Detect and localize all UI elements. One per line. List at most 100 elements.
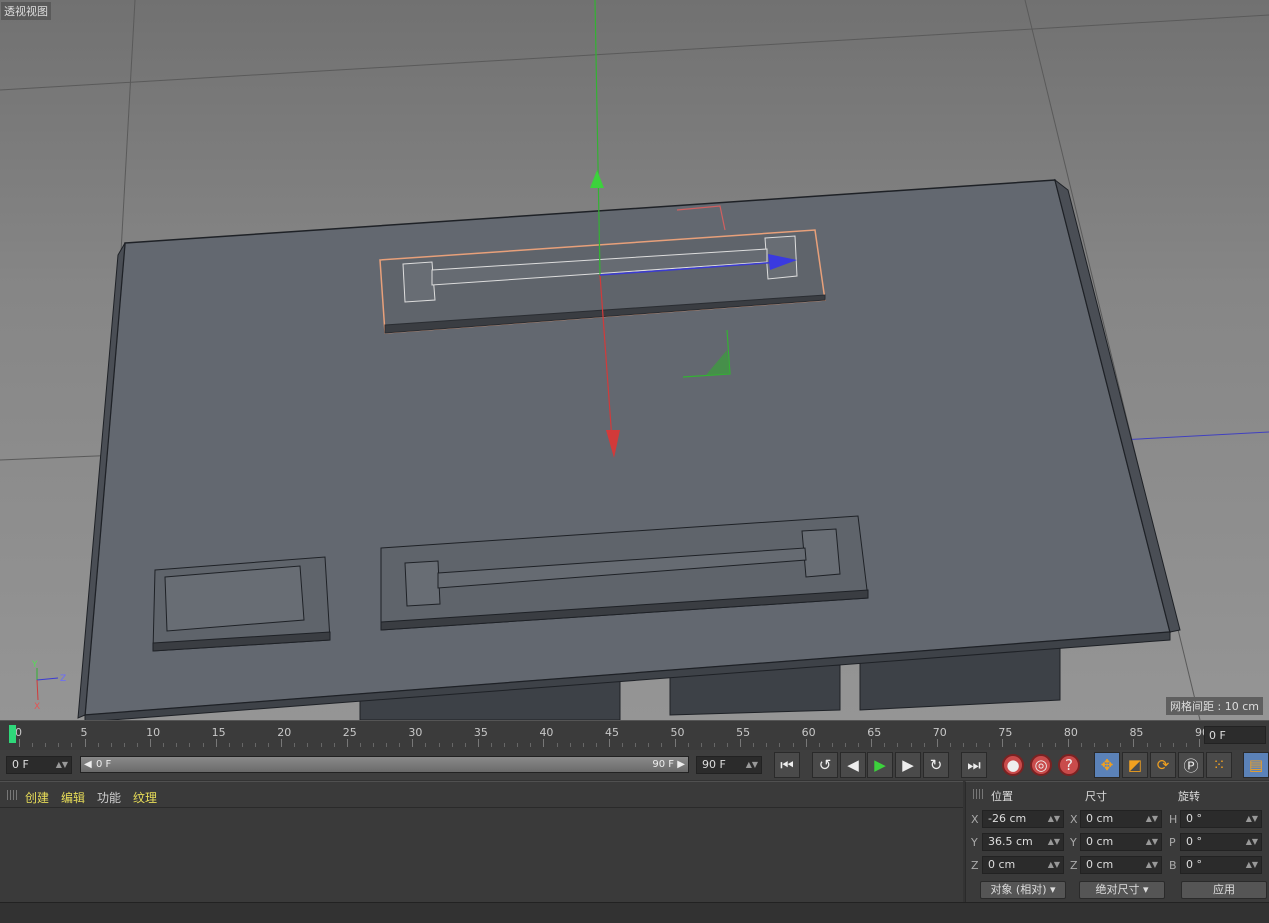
ruler-major-tick	[150, 739, 152, 747]
current-frame-field[interactable]: 0 F	[1204, 726, 1266, 744]
ruler-minor-tick	[1081, 743, 1082, 747]
ruler-tick-label: 20	[277, 726, 292, 739]
playhead-marker[interactable]	[9, 725, 16, 743]
spin-arrows-icon: ▲▼	[1245, 860, 1258, 869]
menu-create[interactable]: 创建	[25, 789, 49, 806]
prev-key-button[interactable]: ↺	[812, 752, 838, 778]
size-z-field[interactable]: 0 cm ▲▼	[1080, 856, 1162, 874]
spin-arrows-icon: ▲▼	[1245, 814, 1258, 823]
panel-grip-icon[interactable]	[7, 790, 17, 800]
perspective-viewport[interactable]: 透视视图 网格间距 : 10 cm Y Z X	[0, 0, 1269, 720]
ruler-major-tick	[740, 739, 742, 747]
ruler-minor-tick	[241, 743, 243, 747]
position-y-field[interactable]: 36.5 cm ▲▼	[982, 833, 1064, 851]
end-frame-value: 90 F	[702, 758, 726, 771]
ruler-minor-tick	[779, 743, 781, 747]
ruler-minor-tick	[451, 743, 453, 747]
scale-key-icon[interactable]: ◩	[1122, 752, 1148, 778]
ruler-minor-tick	[1159, 743, 1161, 747]
ruler-minor-tick	[399, 743, 401, 747]
size-x-field[interactable]: 0 cm ▲▼	[1080, 810, 1162, 828]
rotation-b-value: 0 °	[1186, 858, 1202, 871]
ruler-minor-tick	[556, 743, 558, 747]
ruler-major-tick	[19, 739, 20, 747]
ruler-major-tick	[84, 739, 86, 747]
ruler-minor-tick	[792, 743, 794, 747]
play-button[interactable]: ▶	[867, 752, 893, 778]
ruler-minor-tick	[530, 743, 532, 747]
ruler-major-tick	[609, 739, 610, 747]
ruler-minor-tick	[1094, 743, 1096, 747]
position-y-value: 36.5 cm	[988, 835, 1033, 848]
rotation-b-field[interactable]: 0 ° ▲▼	[1180, 856, 1262, 874]
preview-range-slider[interactable]: ◀ 0 F 90 F ▶	[80, 756, 689, 773]
ruler-minor-tick	[137, 743, 138, 747]
rotate-key-icon[interactable]: ⟳	[1150, 752, 1176, 778]
panel-grip-icon[interactable]	[973, 789, 983, 799]
size-y-field[interactable]: 0 cm ▲▼	[1080, 833, 1162, 851]
start-frame-field[interactable]: 0 F ▲▼	[6, 756, 72, 774]
menu-texture[interactable]: 纹理	[133, 789, 157, 806]
ruler-minor-tick	[661, 743, 663, 747]
next-key-button[interactable]: ↻	[923, 752, 949, 778]
ruler-minor-tick	[123, 743, 125, 747]
ruler-tick-label: 80	[1063, 726, 1078, 739]
ruler-major-tick	[477, 739, 479, 747]
grid-spacing-readout: 网格间距 : 10 cm	[1166, 697, 1263, 715]
ruler-minor-tick	[464, 743, 466, 747]
ruler-track[interactable]: 0 5 10 15 20 25 30 35 40 45 50 55 60 65 70 75 80 85 90	[10, 721, 1209, 751]
ruler-major-tick	[1002, 739, 1004, 747]
end-frame-field[interactable]: 90 F ▲▼	[696, 756, 762, 774]
rotation-p-field[interactable]: 0 ° ▲▼	[1180, 833, 1262, 851]
ruler-major-tick	[1199, 739, 1200, 747]
menu-function[interactable]: 功能	[97, 789, 121, 806]
next-frame-button[interactable]: ▶	[895, 752, 921, 778]
menu-edit[interactable]: 编辑	[61, 789, 85, 806]
auto-key-icon[interactable]: ◎	[1030, 754, 1052, 776]
ruler-major-tick	[543, 739, 545, 747]
point-level-icon[interactable]: ⁙	[1206, 752, 1232, 778]
ruler-minor-tick	[766, 743, 768, 747]
ruler-minor-tick	[648, 743, 650, 747]
record-key-icon[interactable]: ●	[1002, 754, 1024, 776]
ruler-minor-tick	[504, 743, 506, 747]
film-scheme-icon[interactable]: ▤	[1243, 752, 1269, 778]
size-mode-dropdown[interactable]: 绝对尺寸 ▾	[1079, 881, 1165, 899]
ruler-major-tick	[412, 739, 414, 747]
range-left-arrow-icon: ◀	[84, 759, 92, 770]
ruler-minor-tick	[897, 743, 899, 747]
apply-button-label: 应用	[1213, 883, 1235, 896]
ruler-minor-tick	[845, 743, 846, 747]
axis-y-letter: Y	[32, 660, 38, 670]
goto-start-button[interactable]: ⏮	[774, 752, 800, 778]
size-x-axis-label: X	[1070, 813, 1078, 826]
apply-button[interactable]: 应用	[1181, 881, 1267, 899]
rotation-h-field[interactable]: 0 ° ▲▼	[1180, 810, 1262, 828]
ruler-major-tick	[1067, 739, 1069, 747]
rotation-h-value: 0 °	[1186, 812, 1202, 825]
start-frame-value: 0 F	[12, 758, 29, 771]
ruler-tick-label: 0	[15, 726, 22, 739]
ruler-tick-label: 50	[670, 726, 685, 739]
coord-mode-dropdown[interactable]: 对象 (相对) ▾	[980, 881, 1066, 899]
position-z-field[interactable]: 0 cm ▲▼	[982, 856, 1064, 874]
prev-frame-button[interactable]: ◀	[840, 752, 866, 778]
ruler-tick-label: 65	[867, 726, 882, 739]
coord-mode-value: 对象 (相对)	[990, 883, 1047, 896]
ruler-minor-tick	[110, 743, 112, 747]
ruler-minor-tick	[976, 743, 978, 747]
ruler-minor-tick	[373, 743, 374, 747]
move-key-icon[interactable]: ✥	[1094, 752, 1120, 778]
ruler-minor-tick	[595, 743, 597, 747]
timeline-ruler[interactable]: 0 5 10 15 20 25 30 35 40 45 50 55 60 65 70 75 80 85 90 0 F	[0, 720, 1269, 751]
goto-end-button[interactable]: ⏭	[961, 752, 987, 778]
scene-render	[0, 0, 1269, 720]
size-x-value: 0 cm	[1086, 812, 1114, 825]
pos-y-axis-label: Y	[971, 836, 978, 849]
viewport-title: 透视视图	[1, 2, 51, 20]
position-x-field[interactable]: -26 cm ▲▼	[982, 810, 1064, 828]
keyframe-help-icon[interactable]: ?	[1058, 754, 1080, 776]
ruler-minor-tick	[582, 743, 584, 747]
param-key-icon[interactable]: Ⓟ	[1178, 752, 1204, 778]
ruler-minor-tick	[727, 743, 728, 747]
